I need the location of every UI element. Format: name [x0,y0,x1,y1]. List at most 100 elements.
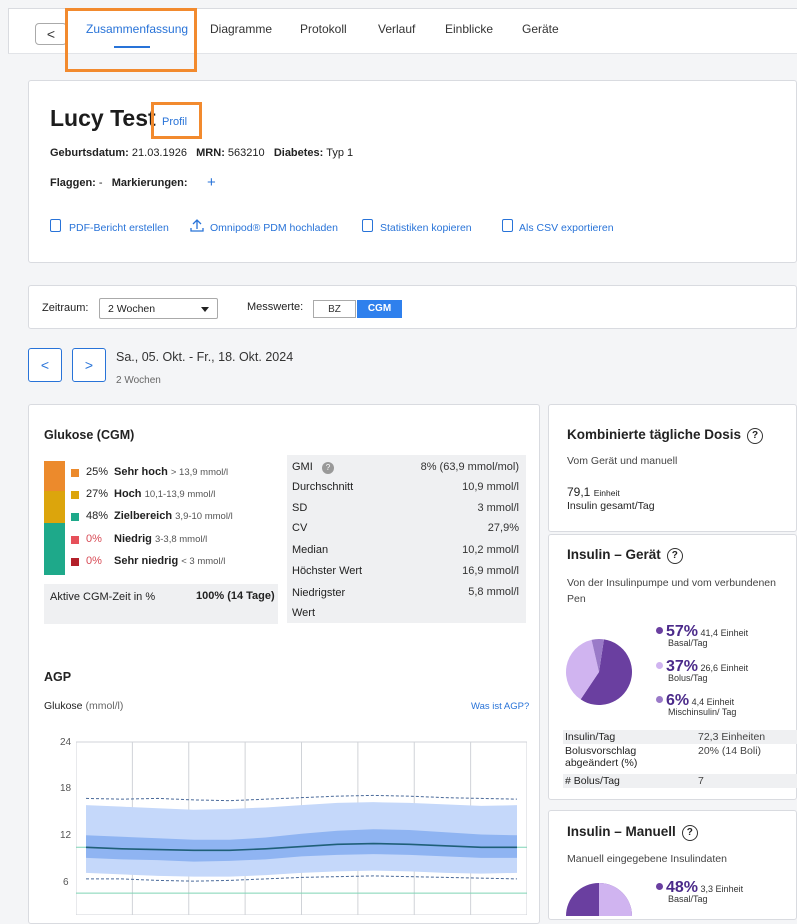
agp-axis-label: Glukose (mmol/l) [44,700,123,712]
legend-label: Bolus/Tag [668,673,708,683]
flags-row: Flaggen: - Markierungen: [50,177,188,189]
row-value: 20% (14 Boli) [698,745,762,757]
range-threshold: 10,1-13,9 mmol/l [144,489,216,500]
stat-label: GMI [292,461,313,473]
legend-units: 3,3 Einheit [700,884,744,894]
stat-label: Durchschnitt [292,481,354,493]
clipboard-icon [362,219,373,232]
legend-pct: 25% [86,466,109,478]
device-sub: Von der Insulinpumpe und vom verbundenen… [567,577,776,605]
legend-label: Niedrig 3-3,8 mmol/l [114,533,207,545]
pdf-report-button[interactable]: PDF-Bericht erstellen [69,222,169,234]
bolus-suggest-row: Bolusvorschlag abgeändert (%) [565,745,675,769]
manual-title-text: Insulin – Manuell [567,824,676,839]
row-value: 72,3 Einheiten [698,731,766,743]
row-label: Bolusvorschlag abgeändert (%) [565,745,638,769]
y-tick-label: 24 [60,737,72,748]
row-label: Insulin/Tag [565,731,616,743]
range-name: Niedrig [114,533,152,545]
range-bar-very-high [44,461,65,491]
period-value: 2 Wochen [108,303,156,315]
stat-label: Höchster Wert [292,565,363,577]
daily-dose-sub: Vom Gerät und manuell [567,455,678,467]
range-bar-target [44,523,65,575]
legend-pct: 27% [86,488,109,500]
export-csv-button[interactable]: Als CSV exportieren [519,222,614,234]
stat-label: CV [292,522,308,534]
legend-pct: 0% [86,533,102,545]
device-legend-item: 37% 26,6 Einheit Bolus/Tag [656,659,749,683]
stat-value: 16,9 mmol/l [462,565,519,577]
stat-value: 27,9% [487,522,519,534]
legend-label: Basal/Tag [668,894,708,904]
daily-dose-value: 79,1 [567,485,591,499]
y-tick-label: 6 [63,877,69,888]
add-mark-button[interactable]: + [207,174,216,191]
date-range: Sa., 05. Okt. - Fr., 18. Okt. 2024 [116,350,294,364]
patient-info-row: Geburtsdatum: 21.03.1926 MRN: 563210 Dia… [50,147,353,159]
birth-label: Geburtsdatum: [50,147,129,159]
next-period-button[interactable]: > [72,348,106,382]
pdf-icon [50,219,61,232]
legend-dot [656,696,663,703]
range-bar-high [44,491,65,523]
legend-label: Hoch 10,1-13,9 mmol/l [114,488,215,500]
legend-label: Basal/Tag [668,638,708,648]
period-select[interactable]: 2 Wochen [99,298,218,319]
glucose-title: Glukose (CGM) [44,428,135,442]
copy-stats-button[interactable]: Statistiken kopieren [380,222,472,234]
values-label: Messwerte: [247,301,304,313]
stat-value: 5,8 mmol/l [468,586,519,598]
back-button[interactable]: < [35,23,67,45]
active-cgm-value: 100% (14 Tage) [196,590,275,602]
daily-dose-label: Insulin gesamt/Tag [567,500,655,512]
stat-label: SD [292,502,308,514]
legend-label: Sehr niedrig < 3 mmol/l [114,555,225,567]
insulin-day-row: Insulin/Tag 72,3 Einheiten [565,731,797,743]
prev-period-button[interactable]: < [28,348,62,382]
range-threshold: 3,9-10 mmol/l [175,511,233,522]
legend-dot [656,627,663,634]
legend-swatch [71,536,79,544]
tab-einblicke[interactable]: Einblicke [445,22,493,36]
csv-icon [502,219,513,232]
highlight-box [65,8,197,72]
agp-help-link[interactable]: Was ist AGP? [471,701,529,712]
stat-value: 8% (63,9 mmol/mol) [420,461,519,473]
cgm-toggle[interactable]: CGM [357,300,402,318]
bz-toggle[interactable]: BZ [313,300,356,318]
legend-units: 26,6 Einheit [700,663,749,673]
row-label: # Bolus/Tag [565,775,620,787]
tab-geraete[interactable]: Geräte [522,22,559,36]
legend-swatch [71,491,79,499]
legend-label: Mischinsulin/ Tag [668,707,737,717]
tab-verlauf[interactable]: Verlauf [378,22,415,36]
mrn-value: 563210 [227,147,265,159]
tab-protokoll[interactable]: Protokoll [300,22,347,36]
help-icon[interactable]: ? [747,428,764,444]
legend-swatch [71,469,79,477]
tab-diagramme[interactable]: Diagramme [210,22,272,36]
manual-sub: Manuell eingegebene Insulindaten [567,853,727,865]
upload-pdm-button[interactable]: Omnipod® PDM hochladen [210,222,338,234]
upload-icon [190,219,204,232]
range-name: Hoch [114,488,142,500]
gmi-help-icon[interactable]: ? [322,462,334,474]
range-threshold: < 3 mmol/l [181,556,226,567]
daily-dose-unit: Einheit [593,488,620,498]
agp-axis-unit: (mmol/l) [85,700,124,712]
birth-value: 21.03.1926 [131,147,187,159]
range-threshold: 3-3,8 mmol/l [154,534,208,545]
bolus-count-row: # Bolus/Tag 7 [565,775,797,787]
device-pie-chart [566,639,632,705]
daily-dose-value-row: 79,1 Einheit [567,485,620,499]
device-legend-item: 57% 41,4 Einheit Basal/Tag [656,624,748,648]
range-name: Sehr hoch [114,466,168,478]
pie-slice-basal [599,883,632,916]
legend-swatch [71,558,79,566]
legend-swatch [71,513,79,521]
help-icon[interactable]: ? [666,548,683,564]
y-tick-label: 12 [60,830,72,841]
agp-axis-name: Glukose [44,700,83,712]
help-icon[interactable]: ? [681,825,698,841]
